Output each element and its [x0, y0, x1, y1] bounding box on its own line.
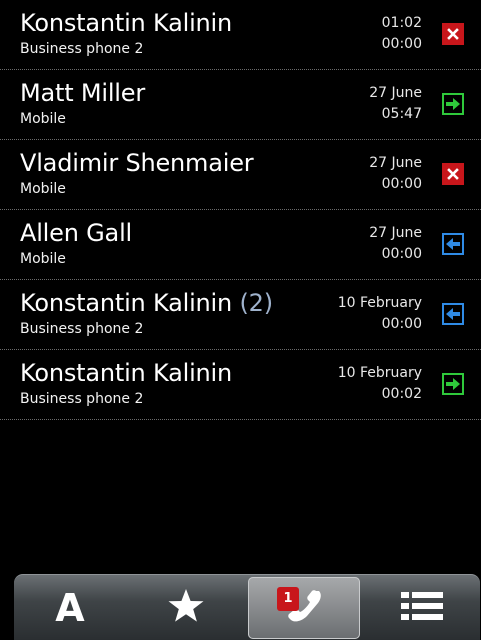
call-log-row[interactable]: Allen Gall Mobile 27 June 00:00 [0, 210, 481, 280]
call-date: 10 February [337, 295, 422, 311]
number-type: Mobile [20, 181, 66, 197]
tab-menu[interactable] [366, 577, 478, 639]
call-duration: 00:00 [381, 316, 422, 332]
call-count: (2) [239, 289, 273, 317]
call-log-row[interactable]: Konstantin Kalinin (2) Business phone 2 … [0, 280, 481, 350]
bottom-tab-bar: A 1 [14, 574, 480, 640]
missed-calls-badge: 1 [277, 587, 299, 611]
contact-name: Konstantin Kalinin [20, 359, 233, 387]
call-log-row[interactable]: Matt Miller Mobile 27 June 05:47 [0, 70, 481, 140]
contact-name: Allen Gall [20, 219, 133, 247]
contact-name: Matt Miller [20, 79, 146, 107]
call-duration: 00:00 [381, 176, 422, 192]
missed-call-icon [442, 23, 464, 45]
tab-contacts[interactable]: A [14, 577, 126, 639]
number-type: Mobile [20, 251, 66, 267]
contacts-letter-icon: A [55, 586, 85, 630]
contact-name: Konstantin Kalinin [20, 9, 233, 37]
list-icon [401, 590, 443, 626]
outgoing-call-icon [442, 373, 464, 395]
call-date: 10 February [337, 365, 422, 381]
call-duration: 00:00 [381, 246, 422, 262]
incoming-call-icon [442, 303, 464, 325]
call-duration: 00:00 [381, 36, 422, 52]
outgoing-call-icon [442, 93, 464, 115]
call-date: 27 June [369, 225, 422, 241]
star-icon [167, 588, 205, 628]
call-date: 27 June [369, 85, 422, 101]
contact-name: Vladimir Shenmaier [20, 149, 254, 177]
call-duration: 05:47 [381, 106, 422, 122]
tab-favorites[interactable] [130, 577, 242, 639]
missed-call-icon [442, 163, 464, 185]
number-type: Business phone 2 [20, 41, 144, 57]
contact-name: Konstantin Kalinin (2) [20, 289, 273, 317]
call-duration: 00:02 [381, 386, 422, 402]
call-log-list: Konstantin Kalinin Business phone 2 01:0… [0, 0, 481, 420]
call-log-row[interactable]: Konstantin Kalinin Business phone 2 01:0… [0, 0, 481, 70]
number-type: Business phone 2 [20, 391, 144, 407]
call-log-row[interactable]: Konstantin Kalinin Business phone 2 10 F… [0, 350, 481, 420]
tab-calls[interactable]: 1 [248, 577, 360, 639]
number-type: Business phone 2 [20, 321, 144, 337]
number-type: Mobile [20, 111, 66, 127]
call-date: 27 June [369, 155, 422, 171]
call-time: 01:02 [381, 15, 422, 31]
incoming-call-icon [442, 233, 464, 255]
call-log-row[interactable]: Vladimir Shenmaier Mobile 27 June 00:00 [0, 140, 481, 210]
